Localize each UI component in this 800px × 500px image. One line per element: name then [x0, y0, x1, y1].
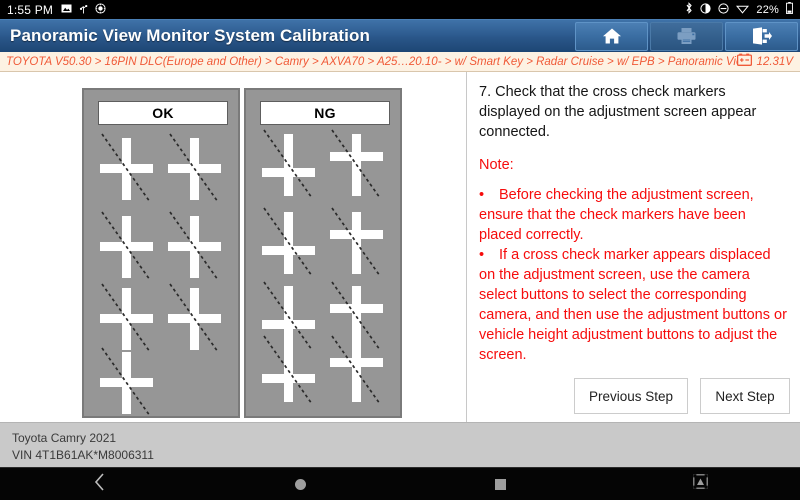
step-instruction: 7. Check that the cross check markers di…	[479, 84, 757, 140]
note-heading: Note:	[479, 157, 514, 173]
vehicle-info-footer: Toyota Camry 2021 VIN 4T1B61AK*M8006311	[0, 422, 800, 467]
breadcrumb-voltage-group: 12.31V	[736, 53, 796, 71]
step-navigation: Previous Step Next Step	[573, 378, 790, 414]
status-clock: 1:55 PM	[7, 2, 54, 17]
adb-icon	[95, 2, 106, 17]
bluetooth-icon	[685, 2, 693, 17]
recents-square-icon	[494, 478, 506, 490]
battery-icon	[786, 2, 793, 17]
exit-icon	[751, 27, 772, 45]
note-text: Before checking the adjustment screen, e…	[479, 187, 754, 243]
status-left-icons	[61, 2, 106, 17]
next-step-button[interactable]: Next Step	[700, 378, 790, 414]
brightness-icon	[700, 2, 711, 17]
usb-icon	[79, 3, 88, 17]
vehicle-vin: VIN 4T1B61AK*M8006311	[12, 448, 154, 463]
ng-illustration-panel: NG	[244, 88, 402, 418]
illustration-pane: OK NG	[0, 72, 466, 422]
title-bar-actions	[575, 20, 800, 53]
content-area: OK NG 7. Check that the cross check mark…	[0, 72, 800, 422]
android-status-bar: 1:55 PM 22%	[0, 0, 800, 19]
note-item: • Before checking the adjustment screen, …	[479, 185, 788, 245]
bullet-icon: •	[479, 187, 485, 203]
home-icon	[602, 27, 622, 45]
ok-illustration-panel: OK	[82, 88, 240, 418]
battery-voltage: 12.31V	[756, 55, 793, 68]
exit-button[interactable]	[725, 21, 798, 51]
nav-screenshot-button[interactable]	[600, 468, 800, 500]
vehicle-name: Toyota Camry 2021	[12, 431, 117, 445]
wifi-icon	[736, 3, 750, 17]
app-root: 1:55 PM 22% Panoramic View Monitor Syste…	[0, 0, 800, 500]
app-title-bar: Panoramic View Monitor System Calibratio…	[0, 19, 800, 52]
breadcrumb-path: TOYOTA V50.30 > 16PIN DLC(Europe and Oth…	[6, 55, 737, 68]
nav-recents-button[interactable]	[400, 468, 600, 500]
note-item: • If a cross check marker appears displac…	[479, 245, 788, 365]
ok-cross-markers	[99, 133, 222, 416]
instruction-pane: 7. Check that the cross check markers di…	[467, 72, 800, 422]
home-button[interactable]	[575, 21, 648, 51]
note-text: If a cross check marker appears displace…	[479, 247, 787, 363]
page-title: Panoramic View Monitor System Calibratio…	[10, 26, 370, 45]
battery-percent: 22%	[756, 3, 779, 16]
nav-back-button[interactable]	[0, 468, 200, 500]
previous-step-button[interactable]: Previous Step	[573, 378, 688, 414]
car-battery-icon	[736, 53, 752, 71]
printer-icon	[676, 27, 697, 45]
print-button[interactable]	[650, 21, 723, 51]
screenshot-icon	[692, 474, 708, 494]
status-right-icons: 22%	[685, 2, 793, 17]
ng-cross-markers	[261, 129, 384, 405]
nav-home-button[interactable]	[200, 468, 400, 500]
home-circle-icon	[294, 478, 306, 490]
back-icon	[94, 473, 106, 495]
do-not-disturb-icon	[718, 2, 729, 17]
breadcrumb: TOYOTA V50.30 > 16PIN DLC(Europe and Oth…	[0, 52, 800, 72]
bullet-icon: •	[479, 247, 485, 263]
android-nav-bar	[0, 467, 800, 500]
image-icon	[61, 4, 72, 16]
